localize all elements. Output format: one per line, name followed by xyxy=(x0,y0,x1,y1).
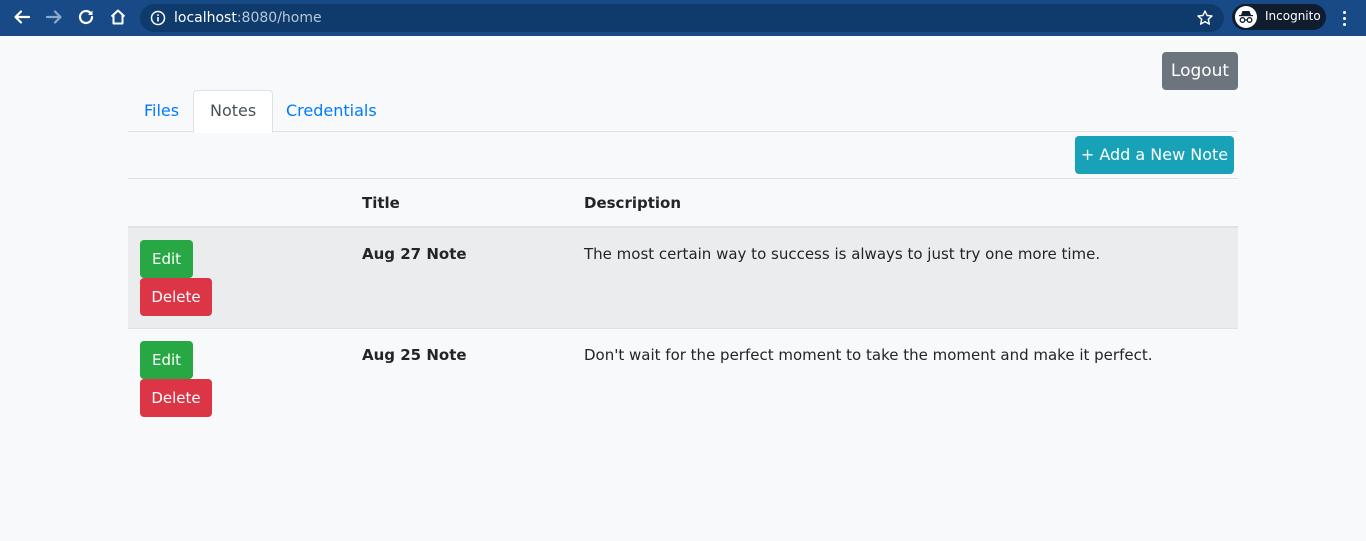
tab-files[interactable]: Files xyxy=(128,90,195,132)
tab-bar: Files Notes Credentials xyxy=(128,90,1238,133)
note-description: The most certain way to success is alway… xyxy=(584,245,1101,263)
forward-arrow-icon[interactable] xyxy=(38,1,70,33)
table-row: Edit Delete Aug 27 Note The most certain… xyxy=(128,228,1238,329)
table-header: Title Description xyxy=(128,178,1238,228)
url-text: localhost:8080/home xyxy=(174,10,322,26)
incognito-icon xyxy=(1235,6,1257,28)
logout-button[interactable]: Logout xyxy=(1162,52,1238,90)
back-arrow-icon[interactable] xyxy=(6,1,38,33)
url-path: :8080/home xyxy=(236,10,322,26)
delete-button[interactable]: Delete xyxy=(140,278,212,316)
incognito-label: Incognito xyxy=(1265,9,1321,23)
reload-icon[interactable] xyxy=(70,1,102,33)
table-row: Edit Delete Aug 25 Note Don't wait for t… xyxy=(128,329,1238,430)
add-note-button[interactable]: + Add a New Note xyxy=(1075,136,1234,174)
edit-button[interactable]: Edit xyxy=(140,240,193,278)
note-description: Don't wait for the perfect moment to tak… xyxy=(584,346,1153,364)
edit-button[interactable]: Edit xyxy=(140,341,193,379)
star-icon[interactable] xyxy=(1196,9,1214,32)
incognito-indicator[interactable]: Incognito xyxy=(1232,4,1326,30)
note-title: Aug 25 Note xyxy=(362,346,467,364)
url-host: localhost xyxy=(174,10,237,26)
tab-credentials[interactable]: Credentials xyxy=(270,90,393,132)
kebab-menu-icon[interactable] xyxy=(1336,4,1352,32)
delete-button[interactable]: Delete xyxy=(140,379,212,417)
info-icon[interactable] xyxy=(150,10,166,31)
column-header-description: Description xyxy=(584,194,682,212)
tab-notes[interactable]: Notes xyxy=(193,90,274,133)
home-icon[interactable] xyxy=(102,1,134,33)
column-header-title: Title xyxy=(362,194,400,212)
note-title: Aug 27 Note xyxy=(362,245,467,263)
address-bar[interactable]: localhost:8080/home xyxy=(140,4,1224,32)
notes-table: Title Description Edit Delete Aug 27 Not… xyxy=(128,178,1238,430)
browser-toolbar: localhost:8080/home Incognito xyxy=(0,0,1366,36)
